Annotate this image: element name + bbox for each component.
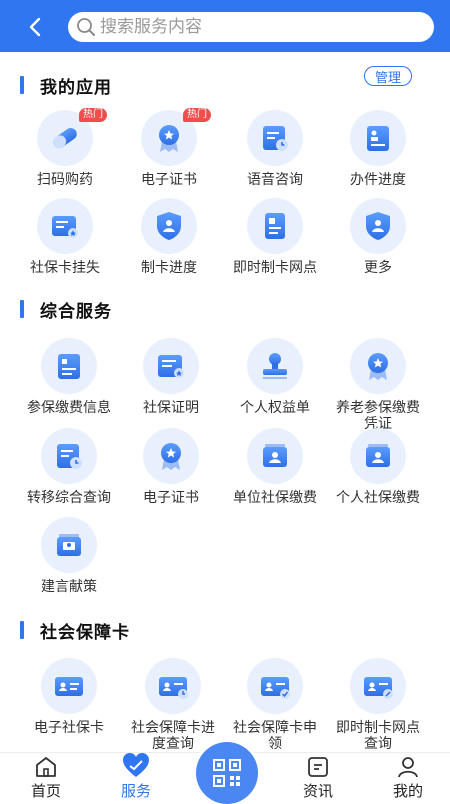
chevron-left-icon: [29, 17, 41, 37]
app-instant-card[interactable]: 即时制卡网点: [220, 198, 330, 276]
top-bar: [0, 0, 450, 52]
service-label: 转移综合查询: [27, 490, 111, 506]
pill-icon: 热门: [37, 108, 107, 166]
user-icon: [378, 753, 438, 779]
service-payment-info[interactable]: 参保缴费信息: [14, 338, 124, 416]
card-label: 电子社保卡: [34, 720, 104, 736]
voice-consult-icon: [247, 110, 303, 166]
tab-label: 我的: [392, 782, 423, 800]
card-loss-icon: [37, 198, 93, 254]
label-line-1: 社会保障卡申: [233, 720, 317, 736]
tab-home[interactable]: 首页: [16, 753, 76, 801]
app-e-certificate[interactable]: 热门 电子证书: [114, 108, 224, 188]
news-icon: [288, 753, 348, 779]
service-transfer[interactable]: 转移综合查询: [14, 428, 124, 506]
tab-mine[interactable]: 我的: [378, 753, 438, 801]
heart-icon: [106, 753, 166, 779]
service-label: 社保证明: [143, 400, 199, 416]
personal-pay-icon: [350, 428, 406, 484]
app-progress[interactable]: 办件进度: [323, 110, 433, 188]
suggestion-icon: [41, 517, 97, 573]
section-title: 社会保障卡: [40, 622, 130, 643]
instant-point-icon: [350, 658, 406, 714]
service-pension-voucher[interactable]: 养老参保缴费 凭证: [323, 338, 433, 432]
section-accent-bar: [20, 300, 24, 318]
app-label: 语音咨询: [247, 172, 303, 188]
app-voice-consult[interactable]: 语音咨询: [220, 110, 330, 188]
service-personal-payment[interactable]: 个人社保缴费: [323, 428, 433, 506]
app-scan-medicine[interactable]: 热门 扫码购药: [10, 108, 120, 188]
app-more[interactable]: 更多: [323, 198, 433, 276]
card-query-icon: [145, 658, 201, 714]
progress-doc-icon: [350, 110, 406, 166]
service-personal-rights[interactable]: 个人权益单: [220, 338, 330, 416]
tab-label: 首页: [30, 782, 61, 800]
instant-card-icon: [247, 198, 303, 254]
certificate-icon: [143, 428, 199, 484]
label-line-2: 度查询: [152, 736, 194, 752]
card-header: 社会保障卡: [20, 619, 130, 643]
section-title: 我的应用: [40, 77, 112, 98]
tab-label: 服务: [120, 782, 151, 800]
app-label: 办件进度: [350, 172, 406, 188]
stamp-icon: [247, 338, 303, 394]
hot-badge: 热门: [79, 108, 107, 122]
tab-news[interactable]: 资讯: [288, 753, 348, 801]
search-bar[interactable]: [68, 12, 434, 42]
label-line-1: 即时制卡网点: [336, 720, 420, 736]
payment-info-icon: [41, 338, 97, 394]
label-line-1: 养老参保缴费: [336, 400, 420, 416]
my-apps-header: 我的应用: [20, 74, 112, 98]
certificate-icon: 热门: [141, 108, 211, 166]
proof-icon: [143, 338, 199, 394]
service-unit-payment[interactable]: 单位社保缴费: [220, 428, 330, 506]
service-label: 个人权益单: [240, 400, 310, 416]
service-label: 参保缴费信息: [27, 400, 111, 416]
service-label: 单位社保缴费: [233, 490, 317, 506]
app-label: 电子证书: [141, 172, 197, 188]
hot-badge: 热门: [183, 108, 211, 122]
app-label: 社保卡挂失: [30, 260, 100, 276]
section-title: 综合服务: [40, 301, 112, 322]
card-instant-point[interactable]: 即时制卡网点 查询: [323, 658, 433, 752]
app-label: 更多: [364, 260, 392, 276]
app-label: 扫码购药: [37, 172, 93, 188]
tab-label: 资讯: [302, 782, 333, 800]
card-label: 即时制卡网点 查询: [323, 720, 433, 752]
search-input[interactable]: [100, 17, 400, 37]
back-button[interactable]: [22, 14, 48, 40]
label-line-2: 查询: [364, 736, 392, 752]
transfer-icon: [41, 428, 97, 484]
more-icon: [350, 198, 406, 254]
card-apply[interactable]: 社会保障卡申领: [220, 658, 330, 752]
tab-service[interactable]: 服务: [106, 753, 166, 801]
services-header: 综合服务: [20, 298, 112, 322]
label-line-2: 领: [268, 736, 282, 752]
service-label: 建言献策: [41, 579, 97, 595]
card-progress-query[interactable]: 社会保障卡进 度查询: [118, 658, 228, 752]
scan-qr-button[interactable]: [196, 742, 258, 804]
card-progress-icon: [141, 198, 197, 254]
pension-icon: [350, 338, 406, 394]
service-suggestion[interactable]: 建言献策: [14, 517, 124, 595]
service-e-certificate[interactable]: 电子证书: [116, 428, 226, 506]
home-icon: [16, 753, 76, 779]
app-card-loss[interactable]: 社保卡挂失: [10, 198, 120, 276]
service-label: 电子证书: [143, 490, 199, 506]
search-icon: [76, 17, 96, 37]
service-proof[interactable]: 社保证明: [116, 338, 226, 416]
section-accent-bar: [20, 76, 24, 94]
e-card-icon: [41, 658, 97, 714]
card-apply-icon: [247, 658, 303, 714]
unit-pay-icon: [247, 428, 303, 484]
manage-button[interactable]: 管理: [364, 66, 412, 86]
qr-code-icon: [213, 759, 241, 787]
card-e-card[interactable]: 电子社保卡: [14, 658, 124, 736]
app-label: 即时制卡网点: [233, 260, 317, 276]
section-accent-bar: [20, 621, 24, 639]
label-line-1: 社会保障卡进: [131, 720, 215, 736]
service-label: 个人社保缴费: [336, 490, 420, 506]
app-label: 制卡进度: [141, 260, 197, 276]
app-card-progress[interactable]: 制卡进度: [114, 198, 224, 276]
